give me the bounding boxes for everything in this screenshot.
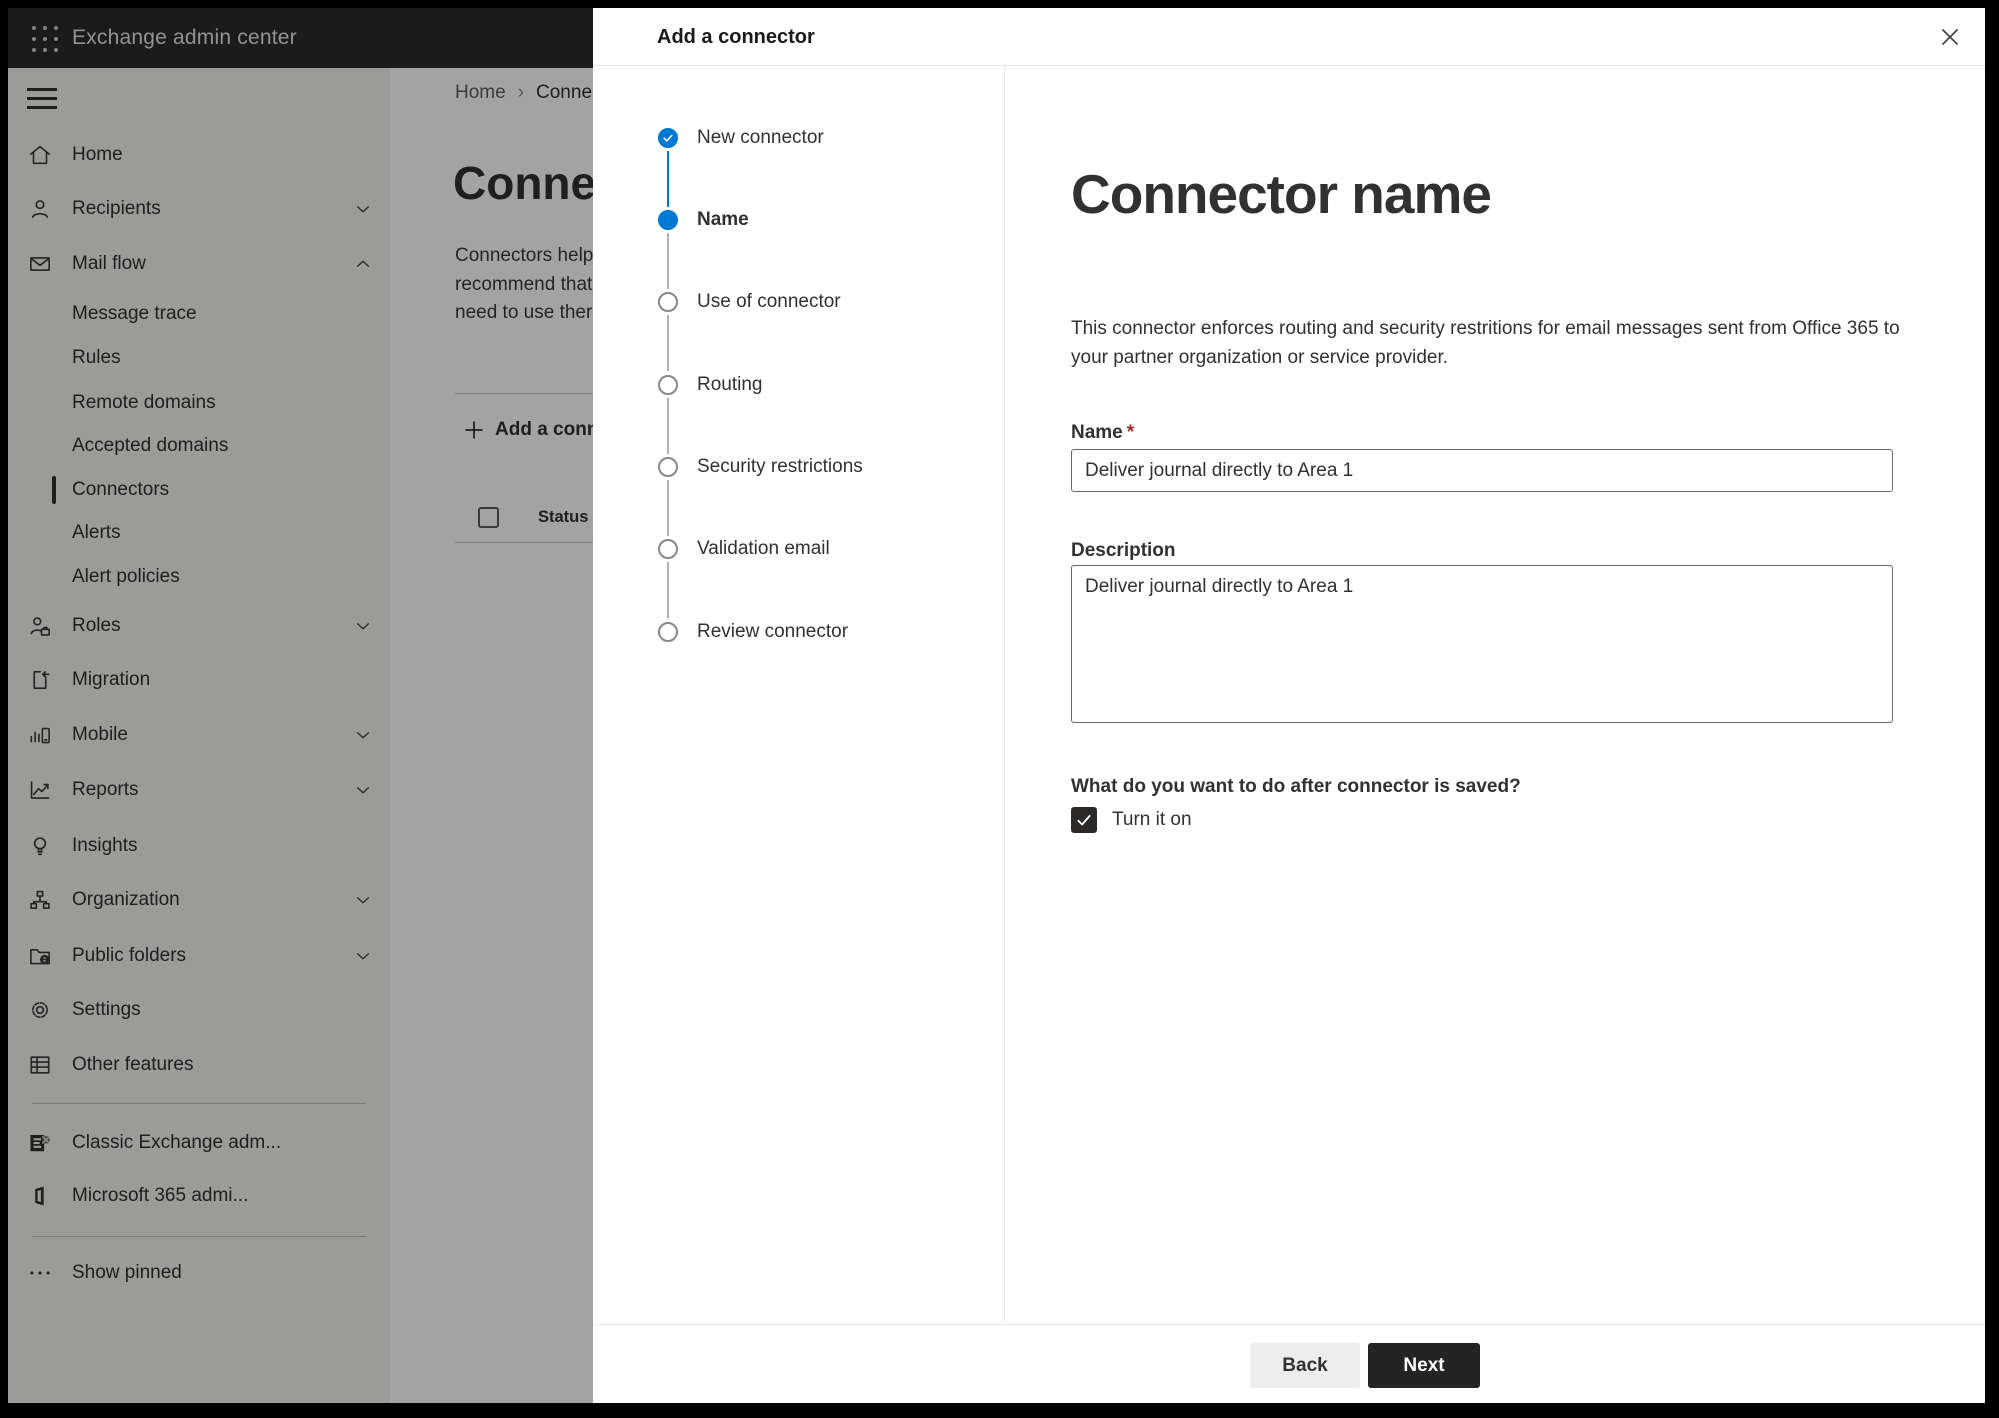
- wizard-step-new-connector[interactable]: New connector: [593, 116, 1004, 160]
- step-dot: [658, 457, 678, 477]
- step-active-dot: [658, 210, 678, 230]
- wizard-step-routing[interactable]: Routing: [593, 363, 1004, 407]
- close-icon[interactable]: [1937, 24, 1963, 50]
- wizard-step-security-restrictions[interactable]: Security restrictions: [593, 445, 1004, 489]
- turn-it-on-option[interactable]: Turn it on: [1071, 806, 1192, 834]
- screen-frame: Exchange admin center Home Recipients Ma…: [0, 0, 1999, 1418]
- dialog-content: Connector name This connector enforces r…: [1005, 66, 1985, 1324]
- wizard-step-use-of-connector[interactable]: Use of connector: [593, 280, 1004, 324]
- required-asterisk: *: [1126, 422, 1135, 443]
- connector-name-heading: Connector name: [1071, 163, 1492, 225]
- back-button[interactable]: Back: [1250, 1343, 1360, 1388]
- dialog-title: Add a connector: [657, 26, 815, 48]
- dialog-footer: Back Next: [593, 1324, 1985, 1403]
- next-button[interactable]: Next: [1368, 1343, 1480, 1388]
- description-field-label: Description: [1071, 540, 1176, 561]
- connector-description-text: This connector enforces routing and secu…: [1071, 318, 1900, 368]
- step-dot: [658, 539, 678, 559]
- step-dot: [658, 375, 678, 395]
- wizard-steps: New connector Name Use of connector Rout…: [593, 66, 1005, 1323]
- step-dot: [658, 292, 678, 312]
- name-field-label: Name *: [1071, 422, 1135, 443]
- turn-it-on-label: Turn it on: [1112, 809, 1192, 830]
- wizard-step-review-connector[interactable]: Review connector: [593, 610, 1004, 654]
- step-completed-check-icon: [658, 128, 678, 148]
- wizard-step-name[interactable]: Name: [593, 198, 1004, 242]
- turn-it-on-checkbox[interactable]: [1071, 807, 1097, 833]
- description-textarea[interactable]: Deliver journal directly to Area 1: [1071, 565, 1893, 723]
- wizard-step-validation-email[interactable]: Validation email: [593, 527, 1004, 571]
- step-dot: [658, 622, 678, 642]
- dialog-header: Add a connector: [593, 8, 1985, 66]
- name-input[interactable]: [1071, 449, 1893, 492]
- add-connector-dialog: Add a connector New connector Name Use o…: [593, 8, 1985, 1403]
- after-save-question: What do you want to do after connector i…: [1071, 776, 1521, 797]
